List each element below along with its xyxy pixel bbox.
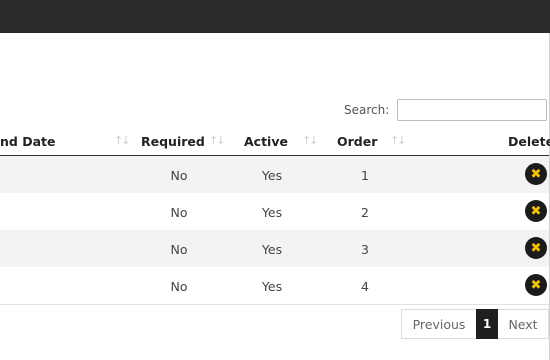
table-row: No Yes 2 ✖ (0, 193, 549, 231)
search-label: Search: (344, 103, 390, 117)
cell-active: Yes (261, 205, 283, 220)
column-header-order[interactable]: Order (337, 134, 377, 149)
cell-order: 2 (361, 205, 369, 220)
close-icon: ✖ (530, 240, 542, 256)
column-header-active[interactable]: Active (244, 134, 288, 149)
close-icon: ✖ (530, 166, 542, 182)
cell-order: 1 (361, 168, 369, 183)
pagination-next-button[interactable]: Next (498, 309, 549, 339)
top-navbar (0, 0, 550, 33)
delete-button[interactable]: ✖ (525, 237, 547, 259)
column-header-end-date[interactable]: nd Date (0, 134, 55, 149)
sort-icon: ↑↓ (209, 134, 226, 147)
pagination-previous-button[interactable]: Previous (401, 309, 476, 339)
close-icon: ✖ (530, 203, 542, 219)
pagination-page-1[interactable]: 1 (476, 309, 498, 339)
cell-order: 4 (361, 279, 369, 294)
cell-order: 3 (361, 242, 369, 257)
sort-icon: ↑↓ (390, 134, 407, 147)
column-header-required[interactable]: Required (141, 134, 205, 149)
search-input[interactable] (397, 99, 547, 121)
table-header: nd Date ↑↓ Required ↑↓ Active ↑↓ Order ↑… (0, 127, 550, 156)
table-row: No Yes 1 ✖ (0, 156, 549, 194)
cell-active: Yes (261, 279, 283, 294)
delete-button[interactable]: ✖ (525, 274, 547, 296)
cell-active: Yes (261, 168, 283, 183)
delete-button[interactable]: ✖ (525, 200, 547, 222)
table-row: No Yes 4 ✖ (0, 267, 549, 305)
sort-icon: ↑↓ (302, 134, 319, 147)
cell-required: No (170, 279, 188, 294)
delete-button[interactable]: ✖ (525, 163, 547, 185)
sort-icon: ↑↓ (114, 134, 131, 147)
cell-active: Yes (261, 242, 283, 257)
column-header-delete: Delete (508, 134, 550, 149)
cell-required: No (170, 242, 188, 257)
cell-required: No (170, 168, 188, 183)
table-row: No Yes 3 ✖ (0, 230, 549, 268)
cell-required: No (170, 205, 188, 220)
close-icon: ✖ (530, 277, 542, 293)
